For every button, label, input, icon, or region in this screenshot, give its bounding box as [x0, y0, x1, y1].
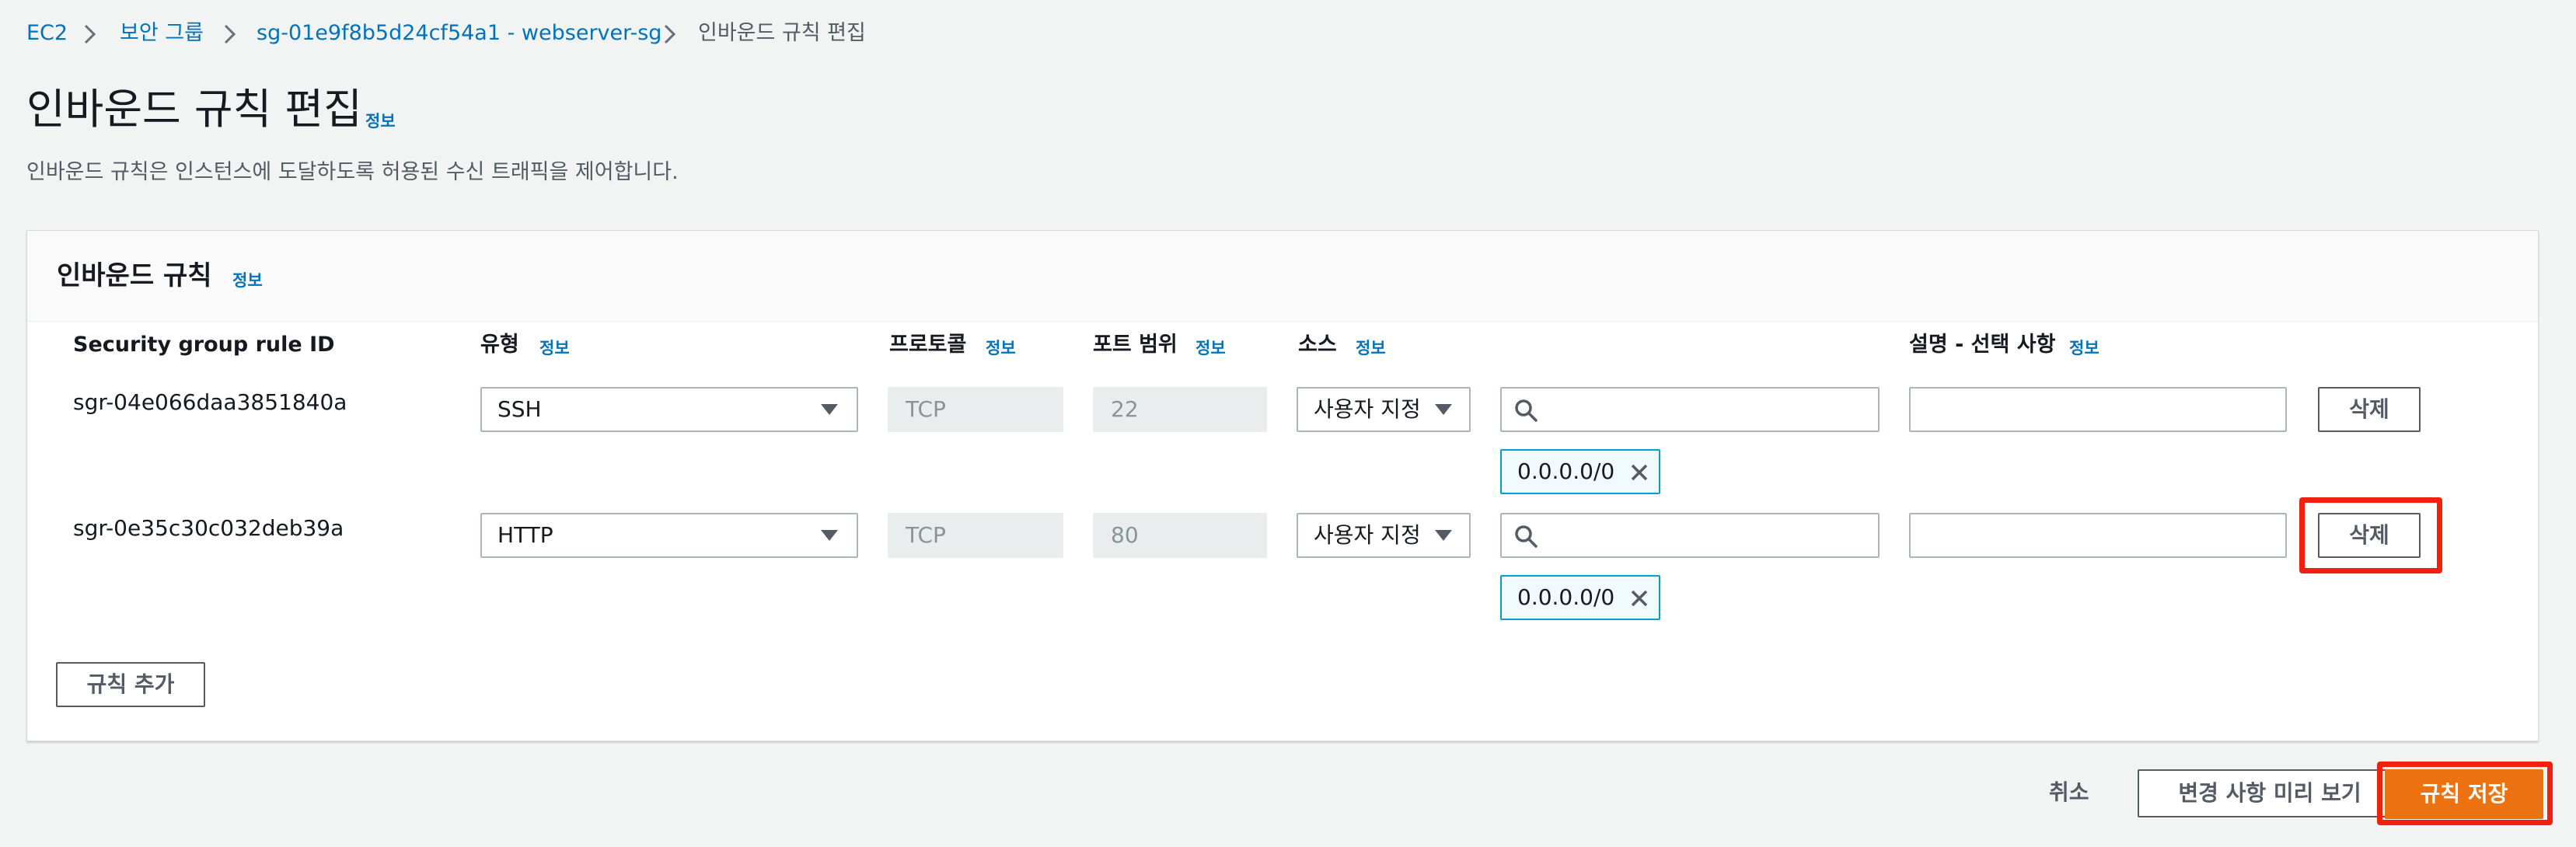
breadcrumb-security-groups[interactable]: 보안 그룹 [120, 20, 204, 47]
cidr-token: 0.0.0.0/0 [1500, 575, 1660, 620]
caret-down-icon [1435, 404, 1452, 415]
column-source: 소스 [1298, 333, 1337, 357]
page-info-link[interactable]: 정보 [365, 109, 396, 132]
column-description: 설명 - 선택 사항 [1909, 333, 2056, 357]
cidr-token-label: 0.0.0.0/0 [1517, 458, 1615, 484]
chevron-right-icon [664, 24, 676, 44]
page-title: 인바운드 규칙 편집 [26, 85, 362, 134]
chevron-right-icon [224, 24, 236, 44]
panel-info-link[interactable]: 정보 [232, 268, 263, 291]
search-icon [1515, 399, 1538, 422]
rule-id: sgr-04e066daa3851840a [73, 389, 347, 415]
description-info-link[interactable]: 정보 [2069, 336, 2100, 359]
caret-down-icon [821, 404, 838, 415]
type-info-link[interactable]: 정보 [539, 336, 570, 359]
delete-rule-button[interactable]: 삭제 [2318, 387, 2421, 432]
source-type-select[interactable]: 사용자 지정 [1297, 387, 1471, 432]
add-rule-button[interactable]: 규칙 추가 [56, 662, 205, 707]
port-range-field: 80 [1093, 513, 1267, 558]
breadcrumb-security-group[interactable]: sg-01e9f8b5d24cf54a1 - webserver-sg [257, 20, 661, 47]
protocol-info-link[interactable]: 정보 [986, 336, 1016, 359]
description-input[interactable] [1909, 387, 2287, 432]
column-port-range: 포트 범위 [1093, 333, 1178, 357]
source-type-value: 사용자 지정 [1314, 396, 1421, 422]
close-icon[interactable] [1629, 462, 1649, 483]
rule-id: sgr-0e35c30c032deb39a [73, 515, 344, 541]
panel-title: 인바운드 규칙 [57, 260, 212, 291]
highlight-box [2377, 762, 2553, 825]
protocol-field: TCP [888, 387, 1063, 432]
breadcrumb-ec2[interactable]: EC2 [26, 20, 68, 47]
cidr-token-label: 0.0.0.0/0 [1517, 584, 1615, 610]
page-description: 인바운드 규칙은 인스턴스에 도달하도록 허용된 수신 트래픽을 제어합니다. [26, 160, 679, 184]
type-select[interactable]: SSH [480, 387, 858, 432]
type-select-value: HTTP [497, 522, 553, 548]
preview-changes-button[interactable]: 변경 사항 미리 보기 [2138, 769, 2402, 817]
column-rule-id: Security group rule ID [73, 333, 335, 357]
search-icon [1515, 525, 1538, 548]
type-select-value: SSH [497, 396, 542, 422]
breadcrumb-current: 인바운드 규칙 편집 [698, 21, 866, 45]
close-icon[interactable] [1629, 588, 1649, 608]
source-type-value: 사용자 지정 [1314, 522, 1421, 548]
source-type-select[interactable]: 사용자 지정 [1297, 513, 1471, 558]
source-search-input[interactable] [1500, 513, 1880, 558]
panel-header: 인바운드 규칙 정보 [27, 231, 2538, 322]
type-select[interactable]: HTTP [480, 513, 858, 558]
caret-down-icon [1435, 530, 1452, 541]
source-info-link[interactable]: 정보 [1356, 336, 1386, 359]
description-input[interactable] [1909, 513, 2287, 558]
chevron-right-icon [84, 24, 96, 44]
protocol-field: TCP [888, 513, 1063, 558]
port-range-field: 22 [1093, 387, 1267, 432]
column-protocol: 프로토콜 [889, 333, 967, 357]
cancel-button[interactable]: 취소 [2049, 779, 2089, 807]
highlight-box [2299, 497, 2442, 573]
cidr-token: 0.0.0.0/0 [1500, 449, 1660, 494]
column-type: 유형 [480, 333, 519, 357]
port-range-info-link[interactable]: 정보 [1196, 336, 1226, 359]
inbound-rules-panel: 인바운드 규칙 정보 [26, 230, 2539, 741]
source-search-input[interactable] [1500, 387, 1880, 432]
caret-down-icon [821, 530, 838, 541]
